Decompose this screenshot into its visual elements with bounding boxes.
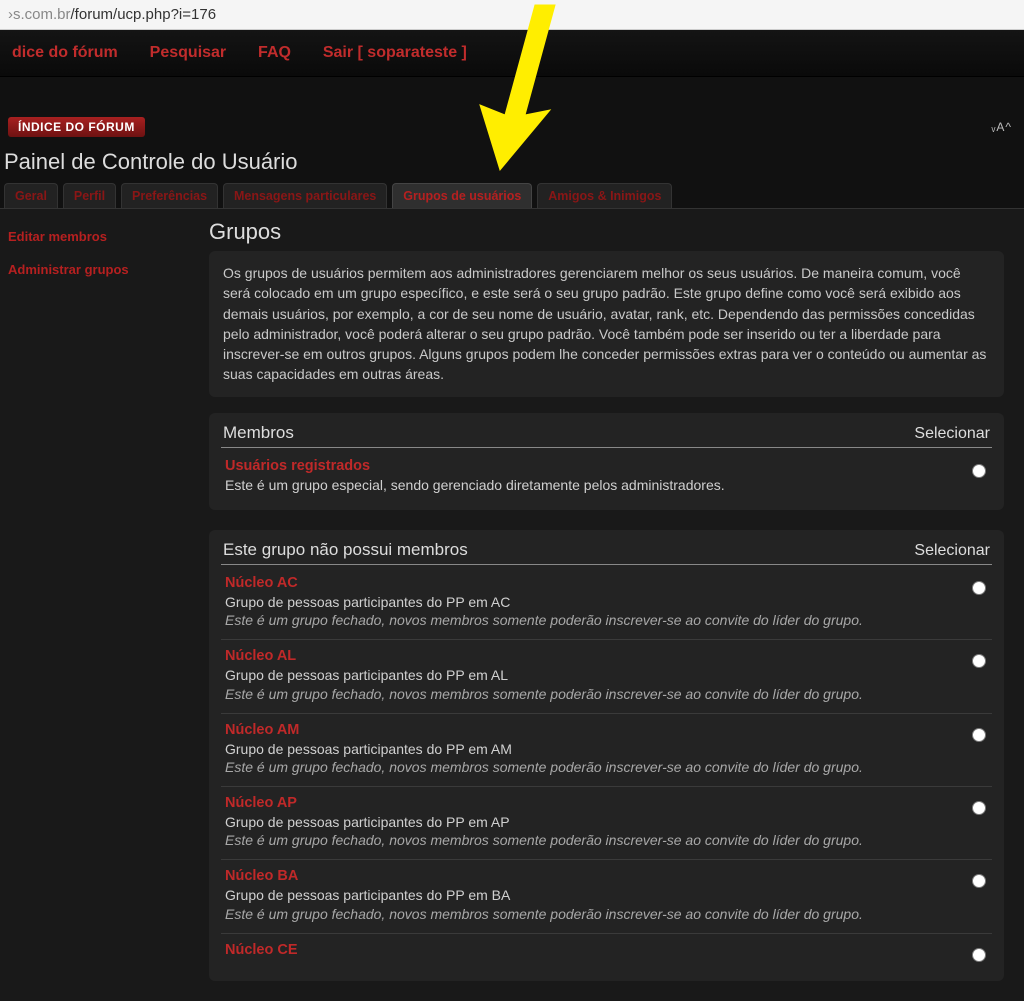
tab-prefs[interactable]: Preferências	[121, 183, 218, 208]
group-name[interactable]: Núcleo AL	[225, 648, 926, 664]
group-row: Núcleo AC Grupo de pessoas participantes …	[221, 567, 992, 640]
members-header: Membros	[223, 423, 294, 443]
groups-description: Os grupos de usuários permitem aos admin…	[209, 251, 1004, 397]
group-note: Este é um grupo fechado, novos membros s…	[225, 685, 926, 703]
group-select[interactable]	[972, 728, 986, 742]
group-desc: Grupo de pessoas participantes do PP em …	[225, 813, 926, 831]
group-desc: Grupo de pessoas participantes do PP em …	[225, 666, 926, 684]
group-select[interactable]	[972, 948, 986, 962]
group-row: Núcleo AM Grupo de pessoas participantes …	[221, 714, 992, 787]
nonmembers-section: Este grupo não possui membros Selecionar…	[209, 530, 1004, 981]
group-row: Núcleo AP Grupo de pessoas participantes …	[221, 787, 992, 860]
group-desc: Grupo de pessoas participantes do PP em …	[225, 740, 926, 758]
url-path: /forum/ucp.php?i=176	[71, 6, 217, 23]
group-row: Núcleo BA Grupo de pessoas participantes …	[221, 860, 992, 933]
panel-title: Painel de Controle do Usuário	[0, 143, 1024, 183]
group-desc: Este é um grupo especial, sendo gerencia…	[225, 476, 926, 494]
group-name[interactable]: Núcleo BA	[225, 868, 926, 884]
group-note: Este é um grupo fechado, novos membros s…	[225, 758, 926, 776]
group-name[interactable]: Núcleo CE	[225, 942, 926, 958]
group-row-registered: Usuários registrados Este é um grupo esp…	[221, 450, 992, 504]
select-header: Selecionar	[914, 425, 990, 443]
ucp-tabs: Geral Perfil Preferências Mensagens part…	[0, 183, 1024, 208]
group-row: Núcleo AL Grupo de pessoas participantes …	[221, 640, 992, 713]
group-note: Este é um grupo fechado, novos membros s…	[225, 905, 926, 923]
group-select[interactable]	[972, 874, 986, 888]
nonmembers-header: Este grupo não possui membros	[223, 540, 468, 560]
url-host: ›s.com.br	[8, 6, 71, 23]
group-desc: Grupo de pessoas participantes do PP em …	[225, 593, 926, 611]
group-select[interactable]	[972, 581, 986, 595]
tab-groups[interactable]: Grupos de usuários	[392, 183, 532, 208]
tab-general[interactable]: Geral	[4, 183, 58, 208]
nav-logout[interactable]: Sair [ soparateste ]	[311, 40, 479, 66]
nav-index[interactable]: dice do fórum	[0, 40, 130, 66]
tab-profile[interactable]: Perfil	[63, 183, 116, 208]
group-note: Este é um grupo fechado, novos membros s…	[225, 611, 926, 629]
tab-pm[interactable]: Mensagens particulares	[223, 183, 387, 208]
select-header-2: Selecionar	[914, 542, 990, 560]
main-column: Grupos Os grupos de usuários permitem ao…	[205, 215, 1024, 1001]
group-name[interactable]: Núcleo AC	[225, 575, 926, 591]
side-edit-members[interactable]: Editar membros	[8, 225, 197, 258]
nav-search[interactable]: Pesquisar	[138, 40, 238, 66]
members-section: Membros Selecionar Usuários registrados …	[209, 413, 1004, 510]
group-select[interactable]	[972, 654, 986, 668]
page-wrap: ÍNDICE DO FÓRUM ᵥA^ Painel de Controle d…	[0, 117, 1024, 1001]
font-size-control[interactable]: ᵥA^	[992, 120, 1013, 134]
top-nav: dice do fórum Pesquisar FAQ Sair [ sopar…	[0, 30, 1024, 77]
group-select[interactable]	[972, 801, 986, 815]
side-manage-groups[interactable]: Administrar grupos	[8, 258, 197, 291]
group-desc: Grupo de pessoas participantes do PP em …	[225, 886, 926, 904]
group-note: Este é um grupo fechado, novos membros s…	[225, 831, 926, 849]
group-name[interactable]: Usuários registrados	[225, 458, 926, 474]
group-select-registered[interactable]	[972, 464, 986, 478]
group-row: Núcleo CE	[221, 934, 992, 975]
nav-faq[interactable]: FAQ	[246, 40, 303, 66]
address-bar[interactable]: ›s.com.br/forum/ucp.php?i=176	[0, 0, 1024, 30]
side-menu: Editar membros Administrar grupos	[0, 215, 205, 1001]
group-name[interactable]: Núcleo AP	[225, 795, 926, 811]
breadcrumb[interactable]: ÍNDICE DO FÓRUM	[8, 117, 145, 137]
section-title: Grupos	[209, 219, 1004, 245]
tab-friends[interactable]: Amigos & Inimigos	[537, 183, 672, 208]
group-name[interactable]: Núcleo AM	[225, 722, 926, 738]
